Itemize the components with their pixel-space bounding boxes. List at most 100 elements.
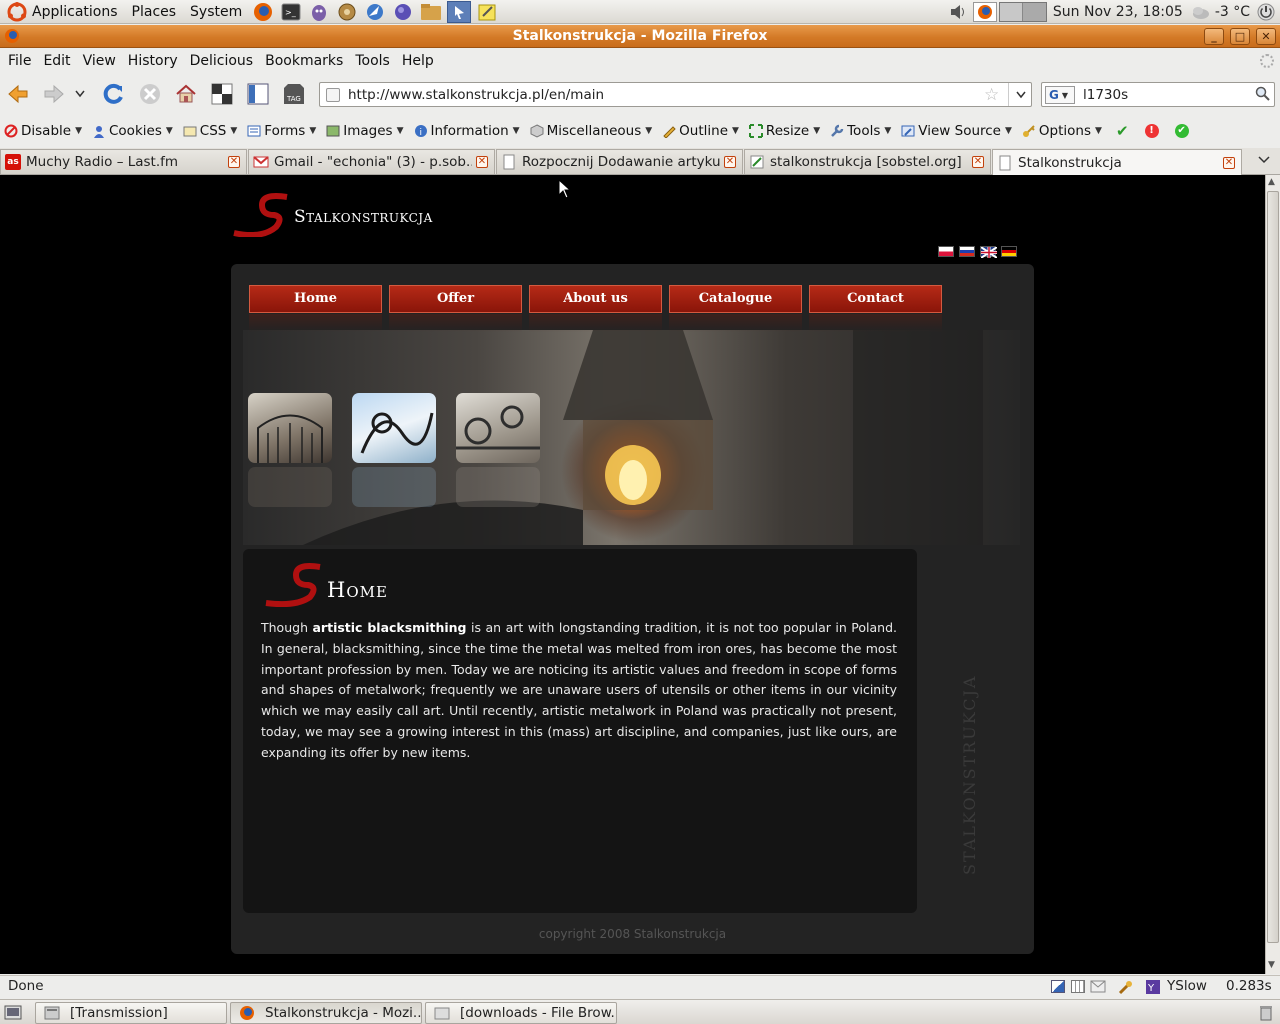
minimize-button[interactable]: _ xyxy=(1204,28,1224,45)
yslow-label[interactable]: YSlow xyxy=(1167,978,1207,994)
files-launcher-icon[interactable] xyxy=(419,1,443,23)
show-desktop-icon[interactable] xyxy=(4,1005,22,1021)
site-nav-offer[interactable]: Offer xyxy=(389,285,522,313)
back-button[interactable] xyxy=(5,82,31,106)
status-ok-icon[interactable]: ✔ xyxy=(1174,123,1189,138)
tab-sobstel[interactable]: stalkonstrukcja [sobstel.org] ✕ xyxy=(744,149,991,174)
scroll-up-arrow-icon[interactable]: ▲ xyxy=(1268,177,1275,187)
taskbar-file-browser[interactable]: [downloads - File Brow... xyxy=(425,1002,617,1024)
thumbnail-gate-image[interactable] xyxy=(248,393,332,463)
screengrab-icon[interactable] xyxy=(209,82,235,106)
archive-launcher-icon[interactable] xyxy=(335,1,359,23)
site-logo[interactable]: Stalkonstrukcja xyxy=(232,193,482,237)
search-input[interactable]: l1730s xyxy=(1083,87,1128,103)
close-tab-icon[interactable]: ✕ xyxy=(1223,156,1235,169)
dev-options-menu[interactable]: Options ▼ xyxy=(1022,123,1102,139)
dev-tools-menu[interactable]: Tools ▼ xyxy=(830,123,891,139)
close-tab-icon[interactable]: ✕ xyxy=(972,156,984,168)
flag-poland-icon[interactable] xyxy=(938,246,954,257)
dev-css-menu[interactable]: CSS ▼ xyxy=(183,123,237,139)
taskbar-transmission[interactable]: [Transmission] xyxy=(35,1002,227,1024)
site-identity-icon[interactable] xyxy=(326,88,340,102)
mail-icon[interactable] xyxy=(1090,980,1106,993)
globe-launcher-icon[interactable] xyxy=(391,1,415,23)
trash-icon[interactable] xyxy=(1258,1004,1274,1022)
close-tab-icon[interactable]: ✕ xyxy=(724,156,736,168)
tab-lastfm[interactable]: as Muchy Radio – Last.fm ✕ xyxy=(0,149,247,174)
taskbar-firefox[interactable]: Stalkonstrukcja - Mozi... xyxy=(230,1002,422,1024)
pidgin-launcher-icon[interactable] xyxy=(307,1,331,23)
scroll-down-arrow-icon[interactable]: ▼ xyxy=(1268,960,1275,970)
shutdown-icon[interactable] xyxy=(1256,2,1276,22)
dev-outline-menu[interactable]: Outline ▼ xyxy=(662,123,739,139)
tab-gmail[interactable]: Gmail - "echonia" (3) - p.sob... ✕ xyxy=(248,149,495,174)
tag-icon[interactable]: TAG xyxy=(281,82,307,106)
flag-uk-icon[interactable] xyxy=(980,246,997,258)
site-nav-about-us[interactable]: About us xyxy=(529,285,662,313)
firefox-tray-icon[interactable] xyxy=(972,2,997,22)
url-dropdown-button[interactable] xyxy=(1008,83,1032,106)
system-menu[interactable]: System xyxy=(183,0,249,24)
browser-launcher-icon[interactable] xyxy=(363,1,387,23)
workspace-switcher[interactable] xyxy=(998,2,1047,22)
menu-history[interactable]: History xyxy=(122,53,184,69)
menu-view[interactable]: View xyxy=(77,53,122,69)
validation-ok-icon[interactable]: ✔ xyxy=(1116,122,1129,140)
menu-file[interactable]: File xyxy=(2,53,37,69)
dev-forms-menu[interactable]: Forms ▼ xyxy=(247,123,316,139)
all-tabs-dropdown-icon[interactable] xyxy=(1258,155,1270,165)
flag-germany-icon[interactable] xyxy=(1001,246,1017,257)
menu-help[interactable]: Help xyxy=(396,53,440,69)
tools-icon[interactable] xyxy=(1118,979,1134,995)
places-menu[interactable]: Places xyxy=(125,0,184,24)
thumbnail-scroll-image[interactable] xyxy=(456,393,540,463)
close-tab-icon[interactable]: ✕ xyxy=(476,156,488,168)
menu-bookmarks[interactable]: Bookmarks xyxy=(259,53,349,69)
bookmark-star-icon[interactable]: ☆ xyxy=(984,85,999,105)
reload-button[interactable] xyxy=(101,82,127,106)
firefox-launcher-icon[interactable] xyxy=(251,1,275,23)
dev-cookies-menu[interactable]: Cookies ▼ xyxy=(92,123,173,139)
screenshot-launcher-icon[interactable] xyxy=(447,0,472,23)
search-icon[interactable] xyxy=(1255,86,1271,102)
volume-icon[interactable] xyxy=(949,4,967,20)
flag-russia-icon[interactable] xyxy=(959,246,975,257)
dev-view-source-menu[interactable]: View Source ▼ xyxy=(901,123,1012,139)
dev-information-menu[interactable]: i Information ▼ xyxy=(414,123,520,139)
notes-launcher-icon[interactable] xyxy=(475,1,499,23)
stop-button[interactable] xyxy=(137,82,163,106)
grid-icon[interactable] xyxy=(1071,980,1085,993)
menu-edit[interactable]: Edit xyxy=(37,53,76,69)
site-nav-home[interactable]: Home xyxy=(249,285,382,313)
thumbnail-window-image[interactable] xyxy=(352,393,436,463)
menu-tools[interactable]: Tools xyxy=(349,53,396,69)
scroll-thumb[interactable] xyxy=(1267,191,1279,943)
vertical-scrollbar[interactable]: ▲ ▼ xyxy=(1265,175,1280,974)
search-engine-icon[interactable]: G ▼ xyxy=(1045,86,1075,104)
site-nav-catalogue[interactable]: Catalogue xyxy=(669,285,802,313)
url-bar[interactable]: http://www.stalkonstrukcja.pl/en/main ☆ xyxy=(319,82,1032,107)
yslow-icon[interactable]: Y xyxy=(1145,979,1161,995)
site-nav-contact[interactable]: Contact xyxy=(809,285,942,313)
forward-button[interactable] xyxy=(41,82,67,106)
search-bar[interactable]: G ▼ l1730s xyxy=(1041,82,1275,107)
tab-rozpocznij[interactable]: Rozpocznij Dodawanie artyku... ✕ xyxy=(496,149,743,174)
applications-menu[interactable]: Applications xyxy=(0,0,125,24)
screen-capture-icon[interactable] xyxy=(1051,980,1065,993)
close-window-button[interactable]: ✕ xyxy=(1256,28,1276,45)
close-tab-icon[interactable]: ✕ xyxy=(228,156,240,168)
dev-disable-menu[interactable]: Disable ▼ xyxy=(4,123,82,139)
weather-temperature[interactable]: -3 °C xyxy=(1215,4,1250,20)
tab-stalkonstrukcja[interactable]: Stalkonstrukcja ✕ xyxy=(992,149,1242,175)
menu-delicious[interactable]: Delicious xyxy=(184,53,260,69)
history-dropdown-icon[interactable] xyxy=(72,82,88,106)
dev-images-menu[interactable]: Images ▼ xyxy=(326,123,404,139)
dev-miscellaneous-menu[interactable]: Miscellaneous ▼ xyxy=(530,123,652,139)
error-icon[interactable]: ! xyxy=(1144,123,1159,138)
sidebar-bookmark-icon[interactable] xyxy=(245,82,271,106)
window-titlebar[interactable]: Stalkonstrukcja - Mozilla Firefox _ □ ✕ xyxy=(0,25,1280,48)
home-button[interactable] xyxy=(173,82,199,106)
clock[interactable]: Sun Nov 23, 18:05 xyxy=(1053,4,1183,20)
terminal-launcher-icon[interactable]: >_ xyxy=(279,1,303,23)
dev-resize-menu[interactable]: Resize ▼ xyxy=(748,123,820,139)
